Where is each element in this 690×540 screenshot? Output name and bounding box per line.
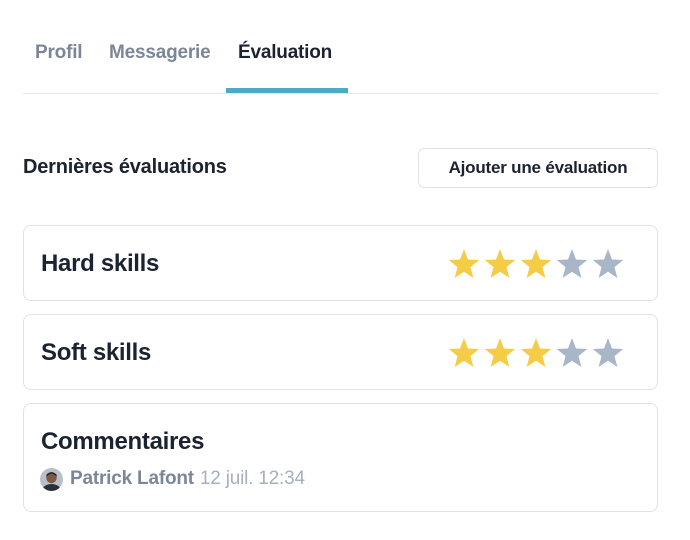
comment-author[interactable]: Patrick Lafont — [70, 468, 194, 490]
star-empty-icon — [556, 338, 588, 367]
star-empty-icon — [556, 249, 588, 278]
comments-title: Commentaires — [41, 428, 205, 455]
comment-timestamp: 12 juil. 12:34 — [199, 468, 305, 489]
comment-meta: Patrick Lafont 12 juil. 12:34 — [40, 466, 305, 492]
star-filled-icon — [520, 249, 552, 278]
rating-card-title: Hard skills — [41, 250, 160, 277]
tab-messagerie[interactable]: Messagerie — [109, 42, 211, 64]
section-title: Dernières évaluations — [23, 156, 227, 178]
tab-evaluation[interactable]: Évaluation — [238, 42, 332, 64]
star-empty-icon — [592, 338, 624, 367]
active-tab-indicator — [226, 88, 348, 93]
rating-card-title: Soft skills — [41, 339, 152, 366]
rating-card-soft-skills: Soft skills — [23, 314, 658, 390]
comments-card: Commentaires Patrick Lafont 12 juil. 12:… — [23, 403, 658, 512]
tab-bar: Profil Messagerie Évaluation — [23, 0, 658, 94]
add-evaluation-button[interactable]: Ajouter une évaluation — [418, 148, 658, 188]
rating-card-hard-skills: Hard skills — [23, 225, 658, 301]
avatar-image — [40, 467, 63, 491]
star-rating — [447, 247, 627, 281]
star-filled-icon — [484, 338, 516, 367]
star-filled-icon — [484, 249, 516, 278]
star-rating — [447, 336, 627, 370]
tab-profil[interactable]: Profil — [35, 42, 83, 64]
star-filled-icon — [448, 338, 480, 367]
star-empty-icon — [592, 249, 624, 278]
star-filled-icon — [520, 338, 552, 367]
star-filled-icon — [448, 249, 480, 278]
avatar — [40, 467, 63, 491]
